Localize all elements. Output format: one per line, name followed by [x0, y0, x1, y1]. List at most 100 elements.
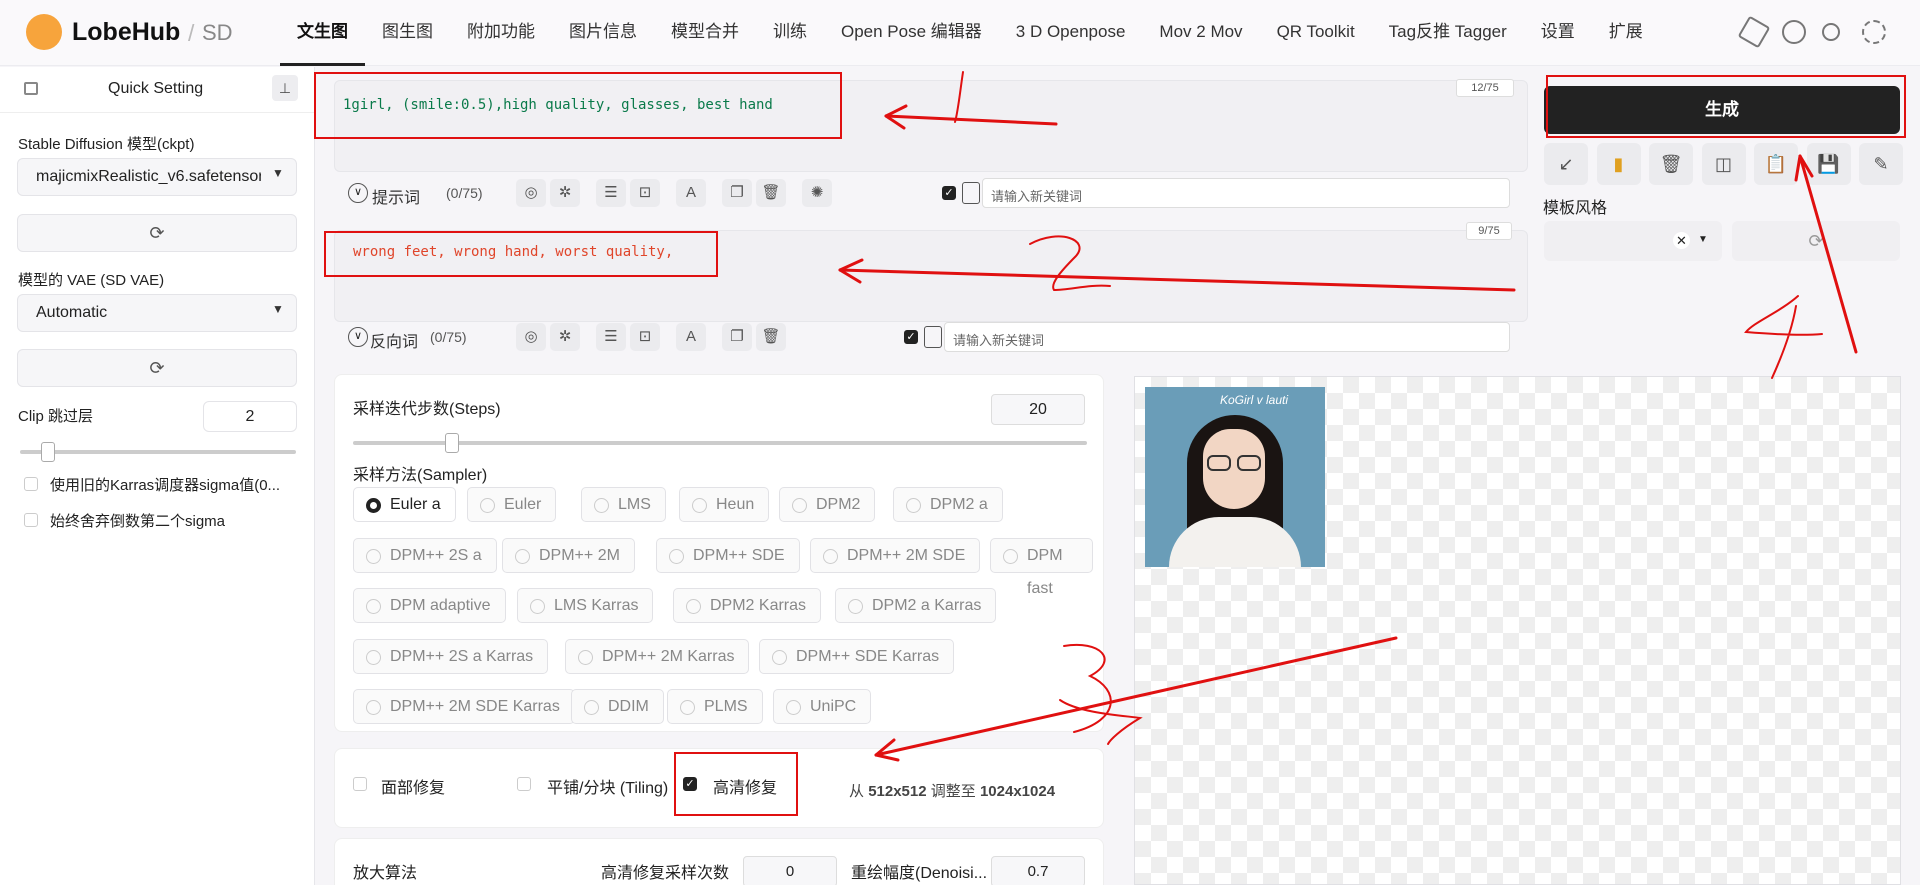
sun-icon[interactable]: [1822, 23, 1840, 41]
card-icon[interactable]: ▮: [1596, 143, 1641, 185]
bookmark-list-icon[interactable]: ☰: [596, 179, 626, 207]
collapse-chevron-icon[interactable]: ∨: [348, 183, 368, 203]
settings-icon[interactable]: ✲: [550, 179, 580, 207]
resize-from-value: 512x512: [868, 783, 927, 800]
sidebar-toggle-icon[interactable]: [24, 82, 38, 95]
clip-skip-label: Clip 跳过层: [18, 408, 94, 425]
tab-11[interactable]: 设置: [1524, 0, 1592, 66]
tab-2[interactable]: 附加功能: [450, 0, 552, 66]
collapse-chevron-icon[interactable]: ∨: [348, 327, 368, 347]
steps-input[interactable]: 20: [991, 394, 1085, 425]
sampler-option-0[interactable]: Euler a: [353, 487, 456, 522]
hires-steps-label: 高清修复采样次数: [601, 865, 730, 882]
ckpt-select[interactable]: majicmixRealistic_v6.safetensors ▼: [17, 158, 297, 196]
globe-icon[interactable]: ◎: [516, 179, 546, 207]
settings-icon[interactable]: ✲: [550, 323, 580, 351]
sampler-option-13[interactable]: DPM2 Karras: [673, 588, 822, 623]
positive-token-count: 12/75: [1456, 79, 1514, 97]
tab-10[interactable]: Tag反推 Tagger: [1372, 0, 1524, 66]
tab-7[interactable]: 3 D Openpose: [999, 0, 1143, 66]
sampler-option-15[interactable]: DPM++ 2S a Karras: [353, 638, 549, 674]
keyword-checkbox[interactable]: ✓: [904, 330, 918, 344]
tab-3[interactable]: 图片信息: [552, 0, 654, 66]
tab-0[interactable]: 文生图: [280, 0, 365, 66]
vae-select[interactable]: Automatic ▼: [17, 294, 297, 332]
refresh-vae-button[interactable]: ⟳: [17, 349, 297, 387]
karras-sigma-checkbox[interactable]: [24, 477, 38, 491]
sampler-option-20[interactable]: PLMS: [667, 689, 763, 724]
save-icon[interactable]: 💾: [1806, 143, 1851, 185]
glasses-left-icon: [1207, 455, 1231, 471]
copy-icon[interactable]: ❐: [722, 323, 752, 351]
tab-8[interactable]: Mov 2 Mov: [1142, 0, 1259, 66]
trash-icon[interactable]: 🗑: [756, 179, 786, 207]
sampler-option-5[interactable]: DPM2 a: [893, 487, 1003, 522]
sampler-option-19[interactable]: DDIM: [571, 689, 664, 724]
negative-keyword-input[interactable]: 请输入新关键词: [944, 322, 1510, 352]
sampler-option-3[interactable]: Heun: [679, 487, 770, 522]
magic-wand-icon[interactable]: ✎: [1859, 143, 1903, 185]
sampler-option-1[interactable]: Euler: [467, 487, 557, 522]
glasses-right-icon: [1237, 455, 1261, 471]
positive-token-info: (0/75): [446, 185, 483, 201]
clip-skip-input[interactable]: 2: [203, 401, 297, 432]
tab-5[interactable]: 训练: [756, 0, 824, 66]
clip-skip-slider[interactable]: [20, 442, 296, 462]
bookmark-list-icon[interactable]: ☰: [596, 323, 626, 351]
style-select[interactable]: ✕ ▼: [1544, 221, 1722, 261]
bookmark-icon[interactable]: ⊡: [630, 323, 660, 351]
face-fix-checkbox[interactable]: [353, 777, 367, 791]
sampler-label: 采样方法(Sampler): [353, 467, 488, 484]
globe-icon[interactable]: ◎: [516, 323, 546, 351]
hires-steps-input[interactable]: 0: [743, 856, 837, 885]
steps-slider[interactable]: [353, 433, 1087, 453]
openai-icon[interactable]: ✺: [802, 179, 832, 207]
refresh-ckpt-button[interactable]: ⟳: [17, 214, 297, 252]
trash-icon[interactable]: 🗑: [1649, 143, 1693, 185]
sampler-option-9[interactable]: DPM++ 2M SDE: [810, 537, 981, 573]
github-icon[interactable]: [1782, 20, 1806, 44]
sampler-option-21[interactable]: UniPC: [773, 689, 872, 724]
image-watermark: KoGirl v lauti: [1220, 393, 1289, 407]
sampler-option-8[interactable]: DPM++ SDE: [656, 537, 800, 573]
clear-icon[interactable]: ✕: [1673, 232, 1690, 249]
sampler-option-11[interactable]: DPM adaptive: [353, 588, 506, 623]
sampler-option-14[interactable]: DPM2 a Karras: [835, 588, 997, 623]
copy-icon[interactable]: ❐: [722, 179, 752, 207]
generated-image-thumbnail[interactable]: KoGirl v lauti: [1145, 387, 1325, 567]
slider-thumb[interactable]: [445, 433, 460, 453]
sampler-option-16[interactable]: DPM++ 2M Karras: [565, 638, 750, 674]
tab-6[interactable]: Open Pose 编辑器: [824, 0, 999, 66]
tab-9[interactable]: QR Toolkit: [1260, 0, 1372, 66]
refresh-style-button[interactable]: ⟳: [1732, 221, 1900, 261]
sampler-option-17[interactable]: DPM++ SDE Karras: [759, 638, 955, 674]
sampler-option-2[interactable]: LMS: [581, 487, 666, 522]
discard-sigma-checkbox[interactable]: [24, 513, 38, 527]
keyword-checkbox[interactable]: ✓: [942, 186, 956, 200]
arrow-down-left-icon[interactable]: ↙: [1544, 143, 1588, 185]
sampler-option-12[interactable]: LMS Karras: [517, 588, 654, 623]
slider-thumb[interactable]: [40, 442, 55, 462]
sampler-option-18[interactable]: DPM++ 2M SDE Karras: [353, 689, 575, 724]
translate-icon[interactable]: A: [676, 179, 706, 207]
sampler-option-6[interactable]: DPM++ 2S a: [353, 537, 497, 573]
pin-icon[interactable]: ⊥: [272, 75, 298, 101]
hexagon-icon[interactable]: [1737, 15, 1771, 49]
clipboard-icon[interactable]: 📋: [1754, 143, 1798, 185]
trash-icon[interactable]: 🗑: [756, 323, 786, 351]
sidebar-header: Quick Setting ⊥: [0, 67, 315, 113]
columns-icon[interactable]: ◫: [1701, 143, 1746, 185]
tiling-label: 平铺/分块 (Tiling): [547, 780, 669, 797]
sampler-option-7[interactable]: DPM++ 2M: [502, 537, 635, 573]
sampler-option-4[interactable]: DPM2: [779, 487, 876, 522]
tab-12[interactable]: 扩展: [1592, 0, 1660, 66]
tiling-checkbox[interactable]: [517, 777, 531, 791]
sampler-option-10[interactable]: DPM fast: [990, 537, 1093, 597]
translate-icon[interactable]: A: [676, 323, 706, 351]
tab-4[interactable]: 模型合并: [654, 0, 756, 66]
positive-keyword-input[interactable]: 请输入新关键词: [982, 178, 1510, 208]
bookmark-icon[interactable]: ⊡: [630, 179, 660, 207]
settings-gear-icon[interactable]: [1862, 20, 1886, 44]
denoise-input[interactable]: 0.7: [991, 856, 1085, 885]
tab-1[interactable]: 图生图: [365, 0, 450, 66]
